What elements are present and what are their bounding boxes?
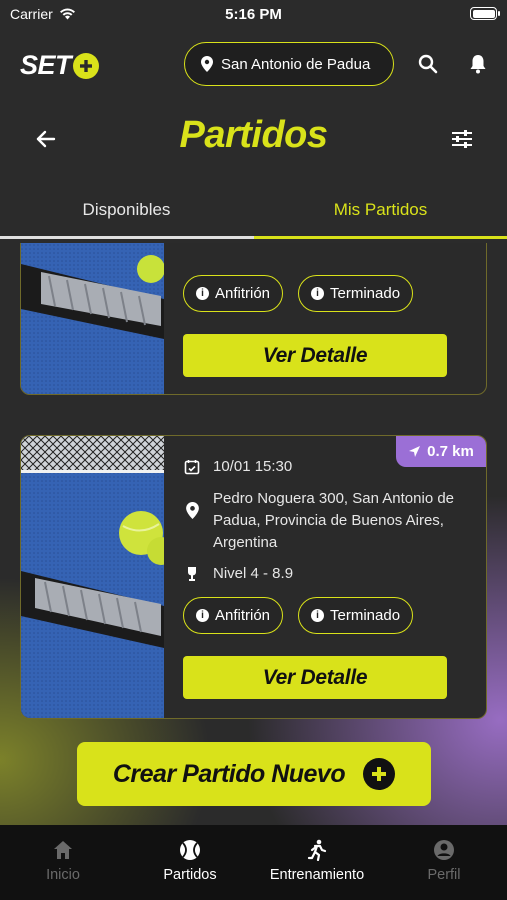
nav-perfil[interactable]: Perfil <box>381 839 507 883</box>
badge-anfitrion: i Anfitrión <box>183 597 284 634</box>
badge-label: Terminado <box>330 607 401 624</box>
bell-icon[interactable] <box>466 52 490 76</box>
nav-label: Inicio <box>46 867 80 883</box>
badge-label: Anfitrión <box>215 607 271 624</box>
matches-list[interactable]: i Anfitrión i Terminado Ver Detalle 0.7 … <box>0 243 507 825</box>
title-row: Partidos <box>0 110 507 170</box>
badge-label: Terminado <box>330 285 401 302</box>
match-level-row: Nivel 4 - 8.9 <box>183 563 293 585</box>
badge-label: Anfitrión <box>215 285 271 302</box>
match-level: Nivel 4 - 8.9 <box>213 565 294 582</box>
location-selector[interactable]: San Antonio de Padua <box>184 42 394 86</box>
app-screen: Carrier 5:16 PM SET San Antonio de Padua <box>0 0 507 900</box>
filter-icon[interactable] <box>449 126 475 152</box>
nav-label: Perfil <box>427 867 461 883</box>
match-card-body: 10/01 15:30 Pedro Noguera 300, San Anton… <box>183 436 474 718</box>
tab-disponibles[interactable]: Disponibles <box>0 200 253 220</box>
match-address-row: Pedro Noguera 300, San Antonio de Padua,… <box>183 488 473 554</box>
logo-text: SET <box>20 50 72 80</box>
info-icon: i <box>311 609 324 622</box>
top-header: SET San Antonio de Padua <box>0 40 507 90</box>
status-time: 5:16 PM <box>225 6 282 23</box>
tabs: Disponibles Mis Partidos <box>0 190 507 242</box>
create-match-label: Crear Partido Nuevo <box>112 759 346 788</box>
badge-anfitrion: i Anfitrión <box>183 275 284 312</box>
match-datetime: 10/01 15:30 <box>213 458 293 475</box>
match-card-body: i Anfitrión i Terminado Ver Detalle <box>183 243 474 394</box>
match-card[interactable]: i Anfitrión i Terminado Ver Detalle <box>20 243 487 395</box>
tab-underline-active <box>254 236 507 239</box>
nav-partidos[interactable]: Partidos <box>127 839 253 883</box>
home-icon <box>54 841 72 859</box>
trophy-icon <box>188 567 196 581</box>
battery-icon <box>470 7 500 20</box>
info-icon: i <box>196 287 209 300</box>
match-card[interactable]: 0.7 km 10/01 15:30 Pedro Noguera 300, Sa… <box>20 435 487 719</box>
nav-entrenamiento[interactable]: Entrenamiento <box>254 839 380 883</box>
location-pin-icon <box>185 502 199 519</box>
nav-inicio[interactable]: Inicio <box>0 839 126 883</box>
logo-plus-icon <box>73 52 100 79</box>
match-photo <box>21 243 164 394</box>
match-address: Pedro Noguera 300, San Antonio de Padua,… <box>213 490 455 551</box>
tab-mis-partidos[interactable]: Mis Partidos <box>254 200 507 220</box>
app-logo[interactable]: SET <box>20 50 100 81</box>
tennis-ball-icon <box>180 840 200 860</box>
page-title: Partidos <box>179 114 328 156</box>
badge-terminado: i Terminado <box>298 275 414 312</box>
info-icon: i <box>196 609 209 622</box>
running-icon <box>307 839 327 861</box>
location-pin-icon <box>201 56 213 72</box>
badge-terminado: i Terminado <box>298 597 414 634</box>
calendar-check-icon <box>184 460 200 475</box>
nav-label: Entrenamiento <box>269 867 365 883</box>
add-circle-icon <box>363 758 396 790</box>
location-label: San Antonio de Padua <box>221 55 371 73</box>
match-date-row: 10/01 15:30 <box>183 456 292 478</box>
status-bar: Carrier 5:16 PM <box>0 0 507 28</box>
search-icon[interactable] <box>416 52 440 76</box>
ver-detalle-button[interactable]: Ver Detalle <box>183 656 447 699</box>
nav-label: Partidos <box>163 867 217 883</box>
match-photo <box>21 436 164 718</box>
tab-underline-inactive <box>0 236 254 239</box>
ver-detalle-button[interactable]: Ver Detalle <box>183 334 447 377</box>
profile-icon <box>434 840 454 860</box>
create-match-button[interactable]: Crear Partido Nuevo <box>77 742 431 806</box>
info-icon: i <box>311 287 324 300</box>
bottom-nav: Inicio Partidos Entrenamiento Perfil <box>0 825 507 900</box>
